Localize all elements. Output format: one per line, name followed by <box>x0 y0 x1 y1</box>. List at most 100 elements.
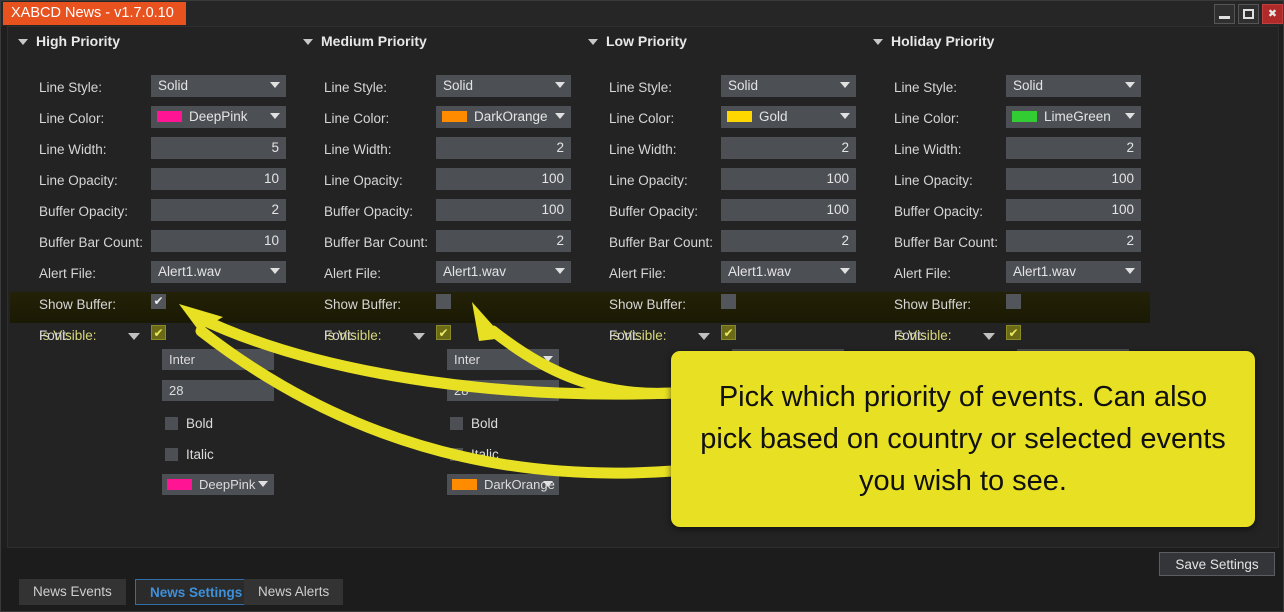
minimize-button[interactable] <box>1214 4 1235 24</box>
chevron-down-icon <box>1125 82 1135 88</box>
color-swatch <box>167 479 192 491</box>
line-opacity-input[interactable]: 10 <box>151 168 286 190</box>
buffer-opacity-input[interactable]: 100 <box>436 199 571 221</box>
show-buffer-checkbox[interactable]: ✔ <box>721 294 736 309</box>
line-opacity-input[interactable]: 100 <box>436 168 571 190</box>
chevron-down-icon <box>873 39 883 46</box>
line-color-select[interactable]: DarkOrange <box>436 106 571 128</box>
close-button[interactable]: ✖ <box>1262 4 1283 24</box>
save-settings-button[interactable]: Save Settings <box>1159 552 1275 576</box>
line-style-select[interactable]: Solid <box>151 75 286 97</box>
row-line-style: Line Style: Solid <box>10 75 295 106</box>
section-header-low[interactable]: Low Priority <box>588 33 687 49</box>
chevron-down-icon <box>543 356 553 362</box>
alert-file-select[interactable]: Alert1.wav <box>1006 261 1141 283</box>
row-buffer-opacity: Buffer Opacity: 2 <box>10 199 295 230</box>
bold-label: Bold <box>186 416 214 431</box>
buffer-bar-count-input[interactable]: 2 <box>436 230 571 252</box>
section-title: Holiday Priority <box>891 33 995 49</box>
row-buffer-bar-count: Buffer Bar Count: 2 <box>580 230 865 261</box>
buffer-bar-count-input[interactable]: 10 <box>151 230 286 252</box>
font-color-select[interactable]: DeepPink <box>162 474 274 495</box>
label-line-style: Line Style: <box>39 80 103 95</box>
label-line-opacity: Line Opacity: <box>894 173 973 188</box>
font-size-input[interactable]: 28 <box>447 380 559 401</box>
row-alert-file: Alert File: Alert1.wav <box>295 261 580 292</box>
line-style-select[interactable]: Solid <box>721 75 856 97</box>
row-font[interactable]: Font: <box>580 324 865 352</box>
italic-checkbox[interactable] <box>450 448 463 461</box>
buffer-opacity-input[interactable]: 100 <box>1006 199 1141 221</box>
row-buffer-bar-count: Buffer Bar Count: 2 <box>865 230 1150 261</box>
line-width-input[interactable]: 5 <box>151 137 286 159</box>
row-font[interactable]: Font: <box>865 324 1150 352</box>
row-font[interactable]: Font: <box>10 324 295 352</box>
buffer-bar-count-input[interactable]: 2 <box>1006 230 1141 252</box>
line-width-input[interactable]: 2 <box>1006 137 1141 159</box>
color-swatch <box>1012 110 1037 122</box>
alert-file-value: Alert1.wav <box>443 264 507 279</box>
alert-file-select[interactable]: Alert1.wav <box>151 261 286 283</box>
font-name-input[interactable]: Inter <box>447 349 559 370</box>
chevron-down-icon <box>555 113 565 119</box>
show-buffer-checkbox[interactable]: ✔ <box>151 294 166 309</box>
alert-file-select[interactable]: Alert1.wav <box>436 261 571 283</box>
label-line-width: Line Width: <box>894 142 962 157</box>
bold-checkbox[interactable] <box>165 417 178 430</box>
show-buffer-checkbox[interactable]: ✔ <box>1006 294 1021 309</box>
label-line-color: Line Color: <box>609 111 675 126</box>
tab-news-alerts[interactable]: News Alerts <box>244 579 344 605</box>
maximize-button[interactable] <box>1238 4 1259 24</box>
tab-news-settings[interactable]: News Settings <box>135 579 258 605</box>
buffer-opacity-input[interactable]: 2 <box>151 199 286 221</box>
chevron-down-icon <box>698 333 710 340</box>
section-header-high[interactable]: High Priority <box>18 33 120 49</box>
italic-label: Italic <box>186 447 214 462</box>
row-buffer-opacity: Buffer Opacity: 100 <box>295 199 580 230</box>
font-color-select[interactable]: DarkOrange <box>447 474 559 495</box>
line-style-select[interactable]: Solid <box>1006 75 1141 97</box>
buffer-bar-count-input[interactable]: 2 <box>721 230 856 252</box>
buffer-opacity-input[interactable]: 100 <box>721 199 856 221</box>
chevron-down-icon <box>270 268 280 274</box>
line-style-select[interactable]: Solid <box>436 75 571 97</box>
show-buffer-checkbox[interactable]: ✔ <box>436 294 451 309</box>
label-line-opacity: Line Opacity: <box>39 173 118 188</box>
chevron-down-icon <box>840 113 850 119</box>
font-name-input[interactable]: Inter <box>162 349 274 370</box>
label-show-buffer: Show Buffer: <box>894 297 972 312</box>
chevron-down-icon <box>1125 113 1135 119</box>
font-size-input[interactable]: 28 <box>162 380 274 401</box>
alert-file-select[interactable]: Alert1.wav <box>721 261 856 283</box>
label-line-width: Line Width: <box>39 142 107 157</box>
window-controls: ✖ <box>1214 4 1283 24</box>
row-line-opacity: Line Opacity: 10 <box>10 168 295 199</box>
line-style-value: Solid <box>1013 78 1044 93</box>
bold-checkbox[interactable] <box>450 417 463 430</box>
label-line-style: Line Style: <box>609 80 673 95</box>
row-font[interactable]: Font: <box>295 324 580 352</box>
line-width-input[interactable]: 2 <box>436 137 571 159</box>
section-header-holiday[interactable]: Holiday Priority <box>873 33 994 49</box>
line-opacity-input[interactable]: 100 <box>1006 168 1141 190</box>
chevron-down-icon <box>258 481 268 487</box>
bold-label: Bold <box>471 416 499 431</box>
line-color-select[interactable]: LimeGreen <box>1006 106 1141 128</box>
line-color-select[interactable]: DeepPink <box>151 106 286 128</box>
label-line-color: Line Color: <box>39 111 105 126</box>
annotation-callout: Pick which priority of events. Can also … <box>671 351 1255 527</box>
alert-file-value: Alert1.wav <box>1013 264 1077 279</box>
line-color-value: Gold <box>759 109 788 124</box>
title-bar: XABCD News - v1.7.0.10 ✖ <box>1 1 1283 27</box>
section-title: High Priority <box>36 33 121 49</box>
row-line-width: Line Width: 5 <box>10 137 295 168</box>
row-line-opacity: Line Opacity: 100 <box>580 168 865 199</box>
line-width-input[interactable]: 2 <box>721 137 856 159</box>
line-color-select[interactable]: Gold <box>721 106 856 128</box>
section-header-medium[interactable]: Medium Priority <box>303 33 427 49</box>
row-line-width: Line Width: 2 <box>865 137 1150 168</box>
label-buffer-opacity: Buffer Opacity: <box>894 204 984 219</box>
tab-news-events[interactable]: News Events <box>19 579 126 605</box>
italic-checkbox[interactable] <box>165 448 178 461</box>
line-opacity-input[interactable]: 100 <box>721 168 856 190</box>
